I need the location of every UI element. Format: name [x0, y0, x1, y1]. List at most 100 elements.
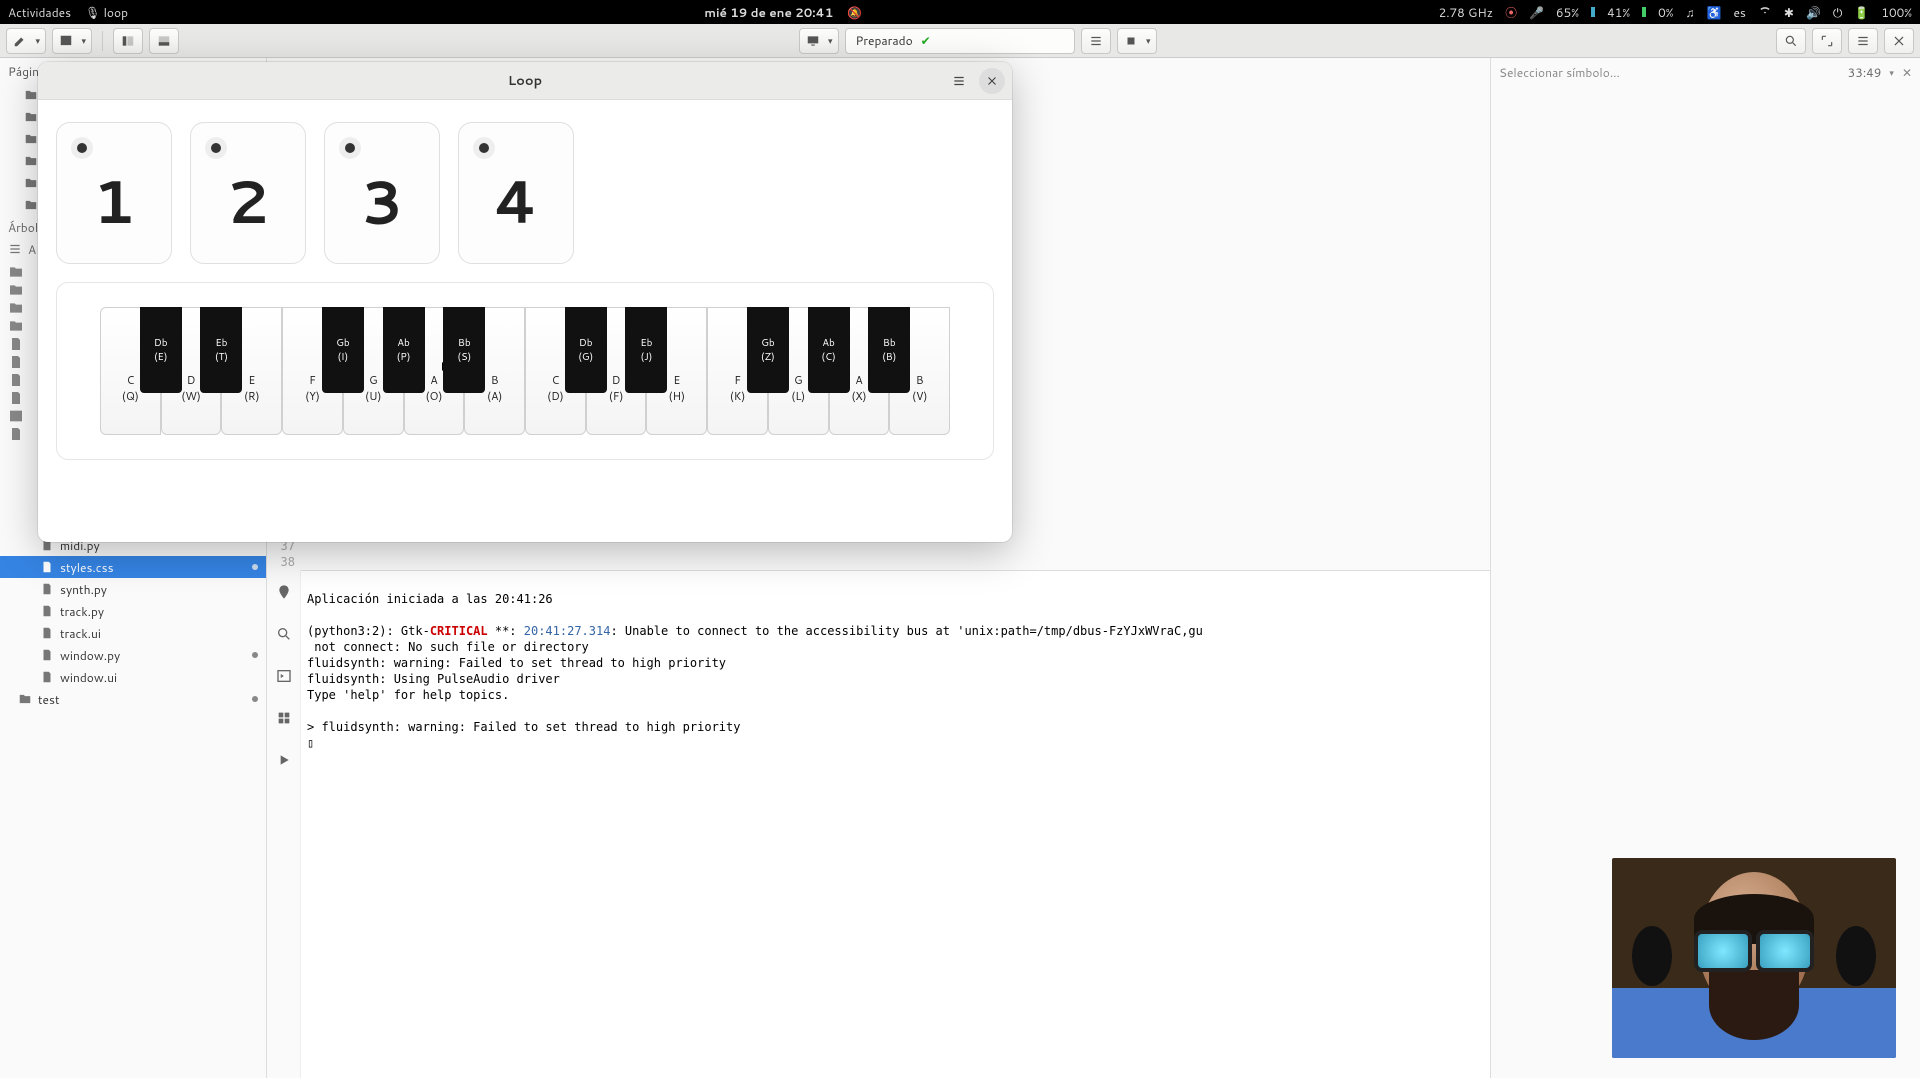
recorder-icon[interactable]: ⦿	[1505, 4, 1517, 21]
close-icon	[1892, 34, 1906, 48]
accessibility-icon[interactable]: ♿	[1707, 4, 1722, 21]
note-label: Ab	[822, 336, 835, 350]
ide-close-button[interactable]	[1884, 28, 1914, 54]
play-icon[interactable]	[276, 752, 292, 768]
symbol-time-label: 33:49	[1848, 64, 1882, 81]
key-hint-label: (E)	[154, 350, 168, 364]
key-hint-label: (Q)	[122, 388, 139, 404]
black-key-Db[interactable]: Db(E)	[140, 307, 182, 393]
file-item-synth-py[interactable]: synth.py	[0, 578, 266, 600]
folder-icon[interactable]	[8, 300, 24, 316]
folder-icon	[24, 110, 38, 124]
record-button[interactable]	[71, 137, 93, 159]
file-icon[interactable]	[8, 390, 24, 406]
key-hint-label: (X)	[851, 388, 866, 404]
symbol-search-field[interactable]: Seleccionar símbolo…	[1499, 64, 1840, 81]
file-item-track-ui[interactable]: track.ui	[0, 622, 266, 644]
key-hint-label: (P)	[397, 350, 411, 364]
record-button[interactable]	[205, 137, 227, 159]
key-hint-label: (U)	[365, 388, 381, 404]
battery3-label: 0%	[1658, 4, 1673, 21]
build-config-button[interactable]	[1081, 28, 1111, 54]
black-key-Gb[interactable]: Gb(I)	[322, 307, 364, 393]
power-icon[interactable]: ⏻	[1833, 4, 1843, 21]
file-label: window.py	[60, 647, 120, 664]
folder-icon[interactable]	[8, 264, 24, 280]
mic-icon: 🎙	[85, 4, 100, 21]
track-card-3[interactable]: 3	[324, 122, 440, 264]
folder-icon[interactable]	[8, 282, 24, 298]
folder-icon[interactable]	[8, 318, 24, 334]
file-icon[interactable]	[8, 372, 24, 388]
file-icon[interactable]	[8, 336, 24, 352]
black-key-Bb[interactable]: Bb(S)	[443, 307, 485, 393]
black-key-Ab[interactable]: Ab(P)	[383, 307, 425, 393]
keyboard-layout-label[interactable]: es	[1733, 4, 1745, 21]
search-icon[interactable]	[276, 626, 292, 642]
black-key-Db[interactable]: Db(G)	[565, 307, 607, 393]
location-icon[interactable]	[276, 584, 292, 600]
check-icon: ✔	[921, 32, 931, 49]
note-label: D	[187, 372, 196, 388]
loop-titlebar[interactable]: Loop	[38, 62, 1012, 100]
cpu-freq-label: 2.78 GHz	[1439, 4, 1494, 21]
track-card-1[interactable]: 1	[56, 122, 172, 264]
panel-close-button[interactable]: ✕	[1902, 64, 1912, 81]
folder-icon	[24, 154, 38, 168]
test-folder[interactable]: test	[0, 688, 266, 710]
panel-bottom-button[interactable]	[149, 28, 179, 54]
record-button[interactable]	[339, 137, 361, 159]
note-label: D	[612, 372, 621, 388]
new-file-button[interactable]	[6, 28, 46, 54]
build-status-field[interactable]: Preparado ✔	[845, 28, 1075, 54]
black-key-Eb[interactable]: Eb(J)	[625, 307, 667, 393]
folder-icon	[24, 88, 38, 102]
file-icon	[40, 648, 54, 662]
fullscreen-button[interactable]	[1812, 28, 1842, 54]
black-key-Gb[interactable]: Gb(Z)	[747, 307, 789, 393]
chevron-down-icon[interactable]: ▾	[1889, 66, 1894, 79]
key-hint-label: (K)	[730, 388, 746, 404]
file-item-window-py[interactable]: window.py	[0, 644, 266, 666]
panel-left-button[interactable]	[113, 28, 143, 54]
console-output[interactable]: Aplicación iniciada a las 20:41:26 (pyth…	[301, 570, 1490, 1078]
search-button[interactable]	[1776, 28, 1806, 54]
black-key-Bb[interactable]: Bb(B)	[868, 307, 910, 393]
terminal-icon[interactable]	[8, 408, 24, 424]
loop-close-button[interactable]	[979, 68, 1005, 94]
wifi-icon[interactable]	[1758, 3, 1772, 21]
battery2-label: 41%	[1607, 4, 1630, 21]
power-pct-label: 100%	[1881, 4, 1912, 21]
file-icon[interactable]	[8, 354, 24, 370]
notifications-muted-icon[interactable]: 🔕	[847, 4, 862, 21]
loop-title-label: Loop	[508, 72, 542, 90]
black-key-Ab[interactable]: Ab(C)	[808, 307, 850, 393]
piano-keyboard[interactable]: C(Q)D(W)E(R)F(Y)G(U)A(O)B(A)C(D)D(F)E(H)…	[100, 307, 950, 435]
activities-button[interactable]: Actividades	[8, 4, 71, 21]
clock-label[interactable]: mié 19 de ene 20:41	[704, 4, 833, 21]
record-button[interactable]	[473, 137, 495, 159]
black-key-Eb[interactable]: Eb(T)	[200, 307, 242, 393]
track-card-2[interactable]: 2	[190, 122, 306, 264]
open-button[interactable]	[52, 28, 92, 54]
file-item-window-ui[interactable]: window.ui	[0, 666, 266, 688]
loop-menu-button[interactable]	[946, 68, 972, 94]
grid-icon[interactable]	[276, 710, 292, 726]
app-indicator[interactable]: 🎙 loop	[85, 4, 128, 21]
hamburger-button[interactable]	[1848, 28, 1878, 54]
key-hint-label: (I)	[337, 350, 348, 364]
terminal-icon[interactable]	[276, 668, 292, 684]
build-status-label: Preparado	[856, 32, 913, 49]
file-item-track-py[interactable]: track.py	[0, 600, 266, 622]
device-select-button[interactable]	[799, 28, 839, 54]
battery-icon[interactable]: 🔋	[1854, 4, 1869, 21]
file-icon[interactable]	[8, 426, 24, 442]
stop-button[interactable]	[1117, 28, 1157, 54]
volume-icon[interactable]: 🔊	[1806, 4, 1821, 21]
track-card-4[interactable]: 4	[458, 122, 574, 264]
key-hint-label: (S)	[457, 350, 471, 364]
bluetooth-icon[interactable]: ✱	[1784, 4, 1794, 21]
mic-indicator-icon[interactable]: 🎤	[1529, 4, 1544, 21]
music-icon[interactable]: ♫	[1686, 4, 1695, 21]
file-item-styles-css[interactable]: styles.css	[0, 556, 266, 578]
